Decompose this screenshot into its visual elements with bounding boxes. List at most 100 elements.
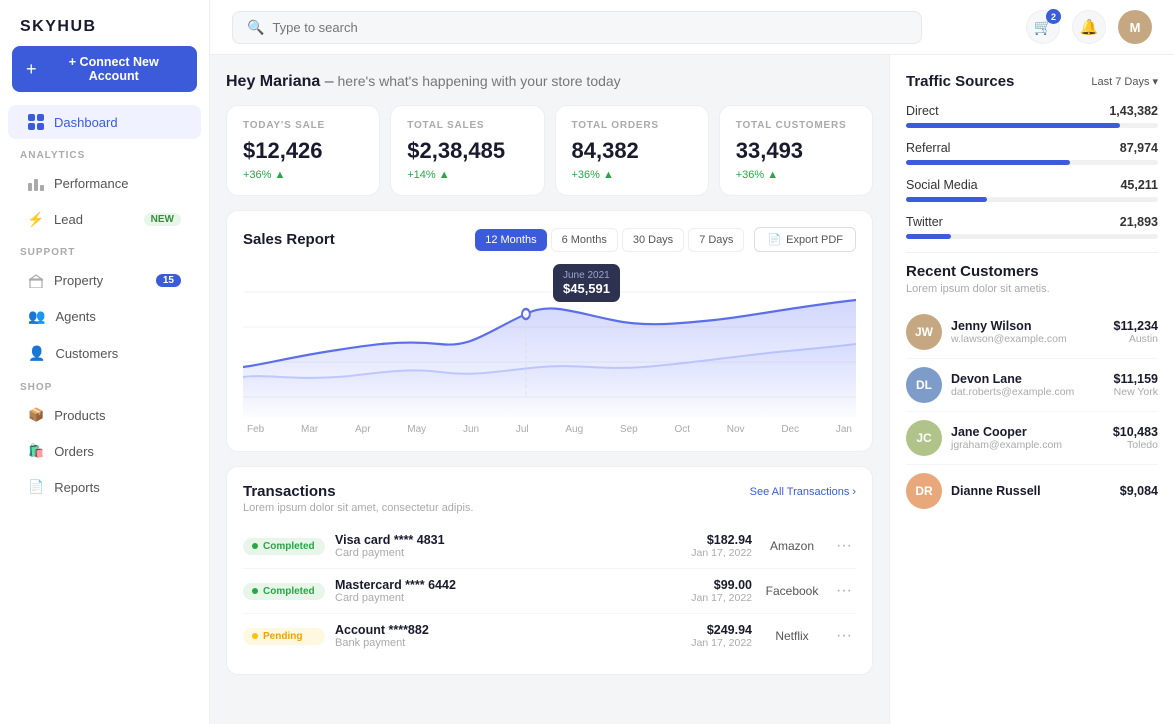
traffic-label: Direct bbox=[906, 104, 939, 118]
customer-amount: $9,084 bbox=[1120, 484, 1158, 498]
sidebar-item-dashboard[interactable]: Dashboard bbox=[8, 105, 201, 139]
trans-amount-date: $249.94 Jan 17, 2022 bbox=[682, 623, 752, 649]
lightning-icon: ⚡ bbox=[28, 211, 44, 227]
sidebar-item-lead[interactable]: ⚡ Lead NEW bbox=[8, 202, 201, 236]
traffic-label: Social Media bbox=[906, 178, 978, 192]
transactions-card: Transactions See All Transactions› Lorem… bbox=[226, 466, 873, 675]
trans-menu-button[interactable]: ··· bbox=[832, 582, 856, 600]
trans-menu-button[interactable]: ··· bbox=[832, 537, 856, 555]
traffic-item-twitter: Twitter 21,893 bbox=[906, 215, 1158, 239]
stat-value: 33,493 bbox=[736, 138, 856, 164]
customer-info: Jane Cooper jgraham@example.com bbox=[951, 425, 1104, 451]
trans-merchant: Netflix bbox=[762, 629, 822, 643]
filter-6months[interactable]: 6 Months bbox=[551, 228, 618, 252]
traffic-sources-section: Traffic Sources Last 7 Days▾ Direct 1,43… bbox=[906, 73, 1158, 239]
export-pdf-button[interactable]: 📄 Export PDF bbox=[754, 227, 856, 252]
customer-name: Jane Cooper bbox=[951, 425, 1104, 439]
traffic-item-direct: Direct 1,43,382 bbox=[906, 104, 1158, 128]
person-icon: 👤 bbox=[28, 345, 45, 362]
sidebar-item-label: Lead bbox=[54, 212, 83, 227]
sidebar-item-products[interactable]: 📦 Products bbox=[8, 398, 201, 432]
traffic-filter[interactable]: Last 7 Days▾ bbox=[1091, 75, 1158, 88]
transactions-subtitle: Lorem ipsum dolor sit amet, consectetur … bbox=[243, 502, 856, 514]
sales-report-card: Sales Report 12 Months 6 Months 30 Days … bbox=[226, 210, 873, 452]
trans-type: Card payment bbox=[335, 547, 672, 559]
building-icon bbox=[28, 272, 44, 288]
filter-30days[interactable]: 30 Days bbox=[622, 228, 684, 252]
sidebar-item-label: Reports bbox=[54, 480, 100, 495]
filter-7days[interactable]: 7 Days bbox=[688, 228, 744, 252]
see-all-transactions[interactable]: See All Transactions› bbox=[750, 486, 856, 498]
transaction-row: Pending Account ****882 Bank payment $24… bbox=[243, 614, 856, 658]
cart-icon-button[interactable]: 🛒 2 bbox=[1026, 10, 1060, 44]
trans-date: Jan 17, 2022 bbox=[682, 637, 752, 649]
sidebar-item-label: Products bbox=[54, 408, 105, 423]
traffic-item-social: Social Media 45,211 bbox=[906, 178, 1158, 202]
trans-info: Mastercard **** 6442 Card payment bbox=[335, 578, 672, 604]
trans-date: Jan 17, 2022 bbox=[682, 592, 752, 604]
main-panel: Hey Mariana – here's what's happening wi… bbox=[210, 55, 889, 724]
customer-email: w.lawson@example.com bbox=[951, 333, 1105, 345]
report-header: Sales Report 12 Months 6 Months 30 Days … bbox=[243, 227, 856, 252]
trans-amount: $99.00 bbox=[682, 578, 752, 592]
customer-amount-city: $11,159 New York bbox=[1114, 372, 1159, 398]
status-badge-completed: Completed bbox=[243, 583, 325, 600]
sales-chart bbox=[243, 262, 856, 417]
sidebar-item-label: Agents bbox=[55, 309, 95, 324]
customer-info: Dianne Russell bbox=[951, 484, 1111, 498]
search-input[interactable] bbox=[272, 20, 907, 35]
trans-menu-button[interactable]: ··· bbox=[832, 627, 856, 645]
trans-amount-date: $182.94 Jan 17, 2022 bbox=[682, 533, 752, 559]
status-badge-pending: Pending bbox=[243, 628, 325, 645]
stat-label: TOTAL ORDERS bbox=[572, 120, 692, 131]
sidebar-item-reports[interactable]: 📄 Reports bbox=[8, 470, 201, 504]
customer-amount: $10,483 bbox=[1113, 425, 1158, 439]
filter-12months[interactable]: 12 Months bbox=[475, 229, 546, 251]
customer-email: jgraham@example.com bbox=[951, 439, 1104, 451]
greeting-user: Hey Mariana bbox=[226, 73, 320, 90]
customer-avatar: DR bbox=[906, 473, 942, 509]
traffic-label: Referral bbox=[906, 141, 950, 155]
sidebar-item-label: Customers bbox=[55, 346, 118, 361]
customer-info: Jenny Wilson w.lawson@example.com bbox=[951, 319, 1105, 345]
customer-amount-city: $10,483 Toledo bbox=[1113, 425, 1158, 451]
sidebar-item-customers[interactable]: 👤 Customers bbox=[8, 336, 201, 371]
stat-change: +14%▲ bbox=[407, 169, 527, 181]
customer-name: Devon Lane bbox=[951, 372, 1105, 386]
recent-subtitle: Lorem ipsum dolor sit ametis. bbox=[906, 283, 1158, 295]
sidebar-item-agents[interactable]: 👥 Agents bbox=[8, 299, 201, 334]
sidebar-item-orders[interactable]: 🛍️ Orders bbox=[8, 434, 201, 468]
customer-info: Devon Lane dat.roberts@example.com bbox=[951, 372, 1105, 398]
customer-avatar: DL bbox=[906, 367, 942, 403]
chart-x-labels: FebMarAprMayJunJulAugSepOctNovDecJan bbox=[243, 420, 856, 435]
notification-icon-button[interactable]: 🔔 bbox=[1072, 10, 1106, 44]
user-avatar[interactable]: M bbox=[1118, 10, 1152, 44]
trans-name: Account ****882 bbox=[335, 623, 672, 637]
customer-city: Toledo bbox=[1113, 439, 1158, 451]
traffic-bar-bg bbox=[906, 123, 1158, 128]
sidebar-item-performance[interactable]: Performance bbox=[8, 166, 201, 200]
connect-account-button[interactable]: + + Connect New Account bbox=[12, 46, 197, 92]
customer-row: JC Jane Cooper jgraham@example.com $10,4… bbox=[906, 412, 1158, 465]
sidebar-item-property[interactable]: Property 15 bbox=[8, 263, 201, 297]
sidebar-item-label: Dashboard bbox=[54, 115, 118, 130]
customer-name: Dianne Russell bbox=[951, 484, 1111, 498]
box-icon: 📦 bbox=[28, 407, 44, 423]
pdf-icon: 📄 bbox=[767, 233, 781, 246]
transaction-row: Completed Mastercard **** 6442 Card paym… bbox=[243, 569, 856, 614]
traffic-bar bbox=[906, 197, 987, 202]
trans-merchant: Facebook bbox=[762, 584, 822, 598]
stat-card-today-sale: TODAY'S SALE $12,426 +36%▲ bbox=[226, 105, 380, 196]
trans-amount: $249.94 bbox=[682, 623, 752, 637]
trans-info: Account ****882 Bank payment bbox=[335, 623, 672, 649]
recent-customers-section: Recent Customers Lorem ipsum dolor sit a… bbox=[906, 263, 1158, 517]
customer-city: New York bbox=[1114, 386, 1159, 398]
customer-amount-city: $9,084 bbox=[1120, 484, 1158, 498]
transactions-title: Transactions bbox=[243, 483, 336, 500]
divider bbox=[906, 252, 1158, 253]
trans-date: Jan 17, 2022 bbox=[682, 547, 752, 559]
content-area: Hey Mariana – here's what's happening wi… bbox=[210, 55, 1174, 724]
stat-change: +36%▲ bbox=[572, 169, 692, 181]
right-panel: Traffic Sources Last 7 Days▾ Direct 1,43… bbox=[889, 55, 1174, 724]
topbar: 🔍 🛒 2 🔔 M bbox=[210, 0, 1174, 55]
